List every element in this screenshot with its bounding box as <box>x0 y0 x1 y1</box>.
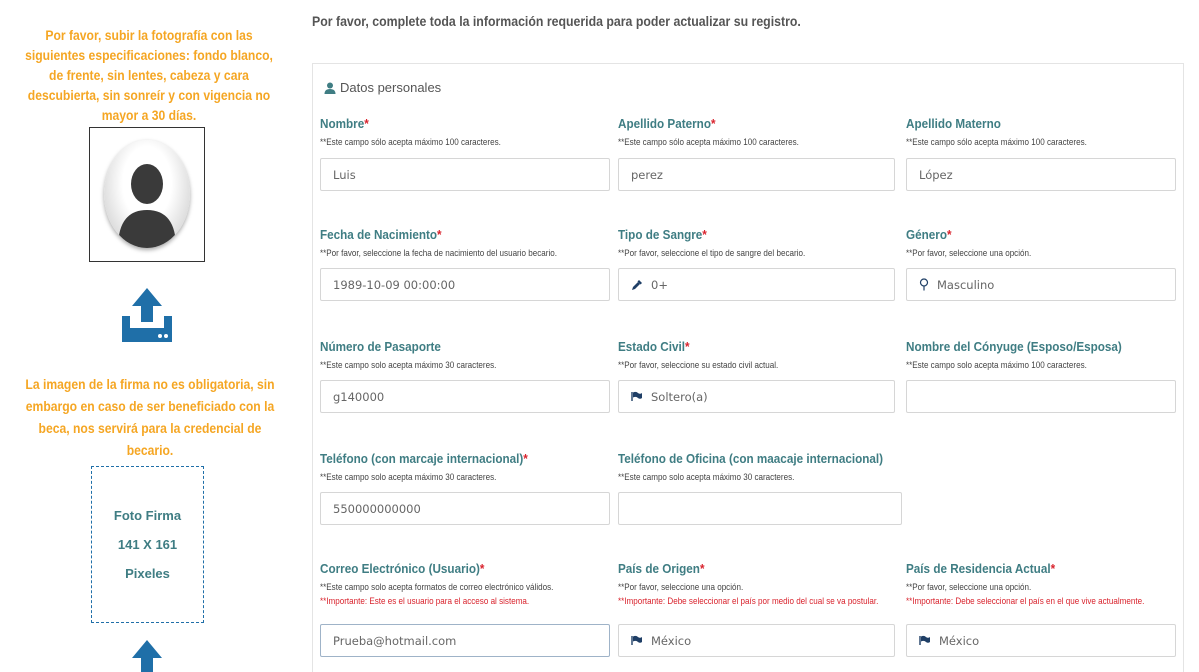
panel-title: Datos personales <box>324 80 441 95</box>
conyuge-label: Nombre del Cónyuge (Esposo/Esposa) <box>906 339 1122 354</box>
nombre-input[interactable]: Luis <box>320 158 610 191</box>
flag-icon <box>631 635 642 645</box>
signature-box-line3: Pixeles <box>125 566 170 581</box>
apellido-materno-input[interactable]: López <box>906 158 1176 191</box>
pais-residencia-label: País de Residencia Actual <box>906 561 1051 576</box>
pais-residencia-warning: **Importante: Debe seleccionar el país e… <box>906 596 1145 607</box>
conyuge-hint: **Este campo solo acepta máximo 100 cara… <box>906 360 1087 371</box>
correo-input[interactable]: Prueba@hotmail.com <box>320 624 610 657</box>
telefono-oficina-input[interactable] <box>618 492 902 525</box>
pasaporte-input[interactable]: g140000 <box>320 380 610 413</box>
pais-residencia-hint: **Por favor, seleccione una opción. <box>906 582 1032 593</box>
signature-upload-box[interactable]: Foto Firma 141 X 161 Pixeles <box>91 466 204 623</box>
person-silhouette-icon <box>118 164 176 248</box>
field-estado-civil: Estado Civil* **Por favor, seleccione su… <box>618 338 908 413</box>
genero-select[interactable]: Masculino <box>906 268 1176 301</box>
flag-icon <box>919 635 930 645</box>
telefono-label: Teléfono (con marcaje internacional) <box>320 451 524 466</box>
apellido-paterno-input[interactable]: perez <box>618 158 895 191</box>
photo-instructions: Por favor, subir la fotografía con las s… <box>25 28 273 123</box>
conyuge-input[interactable] <box>906 380 1176 413</box>
upload-photo-icon[interactable] <box>118 286 176 346</box>
pais-origen-select[interactable]: México <box>618 624 895 657</box>
telefono-hint: **Este campo solo acepta máximo 30 carac… <box>320 472 497 483</box>
field-tipo-sangre: Tipo de Sangre* **Por favor, seleccione … <box>618 226 908 301</box>
signature-box-line1: Foto Firma <box>113 508 182 523</box>
correo-label: Correo Electrónico (Usuario) <box>320 561 480 576</box>
field-genero: Género* **Por favor, seleccione una opci… <box>906 226 1196 301</box>
nombre-hint: **Este campo sólo acepta máximo 100 cara… <box>320 137 501 148</box>
field-apellido-paterno: Apellido Paterno* **Este campo sólo acep… <box>618 115 908 191</box>
photo-upload-sidebar: Por favor, subir la fotografía con las s… <box>0 0 298 672</box>
field-telefono: Teléfono (con marcaje internacional)* **… <box>320 450 610 525</box>
estado-civil-label: Estado Civil <box>618 339 685 354</box>
genero-hint: **Por favor, seleccione una opción. <box>906 248 1032 259</box>
form-instructions: Por favor, complete toda la información … <box>312 13 801 29</box>
pasaporte-label: Número de Pasaporte <box>320 339 441 354</box>
telefono-oficina-label: Teléfono de Oficina (con maacaje interna… <box>618 451 884 466</box>
fecha-nacimiento-label: Fecha de Nacimiento <box>320 227 438 242</box>
fecha-nacimiento-hint: **Por favor, seleccione la fecha de naci… <box>320 248 558 259</box>
genero-label: Género <box>906 227 947 242</box>
telefono-oficina-hint: **Este campo solo acepta máximo 30 carac… <box>618 472 795 483</box>
field-pais-residencia: País de Residencia Actual* **Por favor, … <box>906 560 1196 657</box>
correo-warning: **Importante: Este es el usuario para el… <box>320 596 530 607</box>
apellido-paterno-hint: **Este campo sólo acepta máximo 100 cara… <box>618 137 799 148</box>
photo-upload-preview[interactable] <box>89 127 205 262</box>
field-nombre: Nombre* **Este campo sólo acepta máximo … <box>320 115 610 191</box>
signature-box-line2: 141 X 161 <box>117 537 178 552</box>
correo-hint: **Este campo solo acepta formatos de cor… <box>320 582 554 593</box>
signature-instructions: La imagen de la firma no es obligatoria,… <box>25 377 275 458</box>
apellido-paterno-label: Apellido Paterno <box>618 116 711 131</box>
tipo-sangre-label: Tipo de Sangre <box>618 227 703 242</box>
field-pais-origen: País de Origen* **Por favor, seleccione … <box>618 560 908 657</box>
tipo-sangre-hint: **Por favor, seleccione el tipo de sangr… <box>618 248 806 259</box>
user-icon <box>324 82 336 94</box>
apellido-materno-hint: **Este campo sólo acepta máximo 100 cara… <box>906 137 1087 148</box>
pais-residencia-select[interactable]: México <box>906 624 1176 657</box>
avatar-placeholder <box>104 140 190 248</box>
eyedropper-icon <box>632 279 642 290</box>
estado-civil-hint: **Por favor, seleccione su estado civil … <box>618 360 779 371</box>
pais-origen-warning: **Importante: Debe seleccionar el país p… <box>618 596 879 607</box>
tipo-sangre-select[interactable]: 0+ <box>618 268 895 301</box>
field-conyuge: Nombre del Cónyuge (Esposo/Esposa) **Est… <box>906 338 1196 413</box>
flag-icon <box>631 391 642 401</box>
upload-signature-icon[interactable] <box>118 638 176 672</box>
fecha-nacimiento-input[interactable]: 1989-10-09 00:00:00 <box>320 268 610 301</box>
pasaporte-hint: **Este campo solo acepta máximo 30 carac… <box>320 360 497 371</box>
field-apellido-materno: Apellido Materno **Este campo sólo acept… <box>906 115 1196 191</box>
telefono-input[interactable]: 550000000000 <box>320 492 610 525</box>
field-telefono-oficina: Teléfono de Oficina (con maacaje interna… <box>618 450 908 525</box>
panel-title-text: Datos personales <box>340 80 442 95</box>
pais-origen-label: País de Origen <box>618 561 700 576</box>
field-fecha-nacimiento: Fecha de Nacimiento* **Por favor, selecc… <box>320 226 610 301</box>
apellido-materno-label: Apellido Materno <box>906 116 1001 131</box>
field-pasaporte: Número de Pasaporte **Este campo solo ac… <box>320 338 610 413</box>
estado-civil-select[interactable]: Soltero(a) <box>618 380 895 413</box>
male-icon <box>919 278 929 291</box>
field-correo: Correo Electrónico (Usuario)* **Este cam… <box>320 560 610 657</box>
nombre-label: Nombre <box>320 116 365 131</box>
pais-origen-hint: **Por favor, seleccione una opción. <box>618 582 744 593</box>
